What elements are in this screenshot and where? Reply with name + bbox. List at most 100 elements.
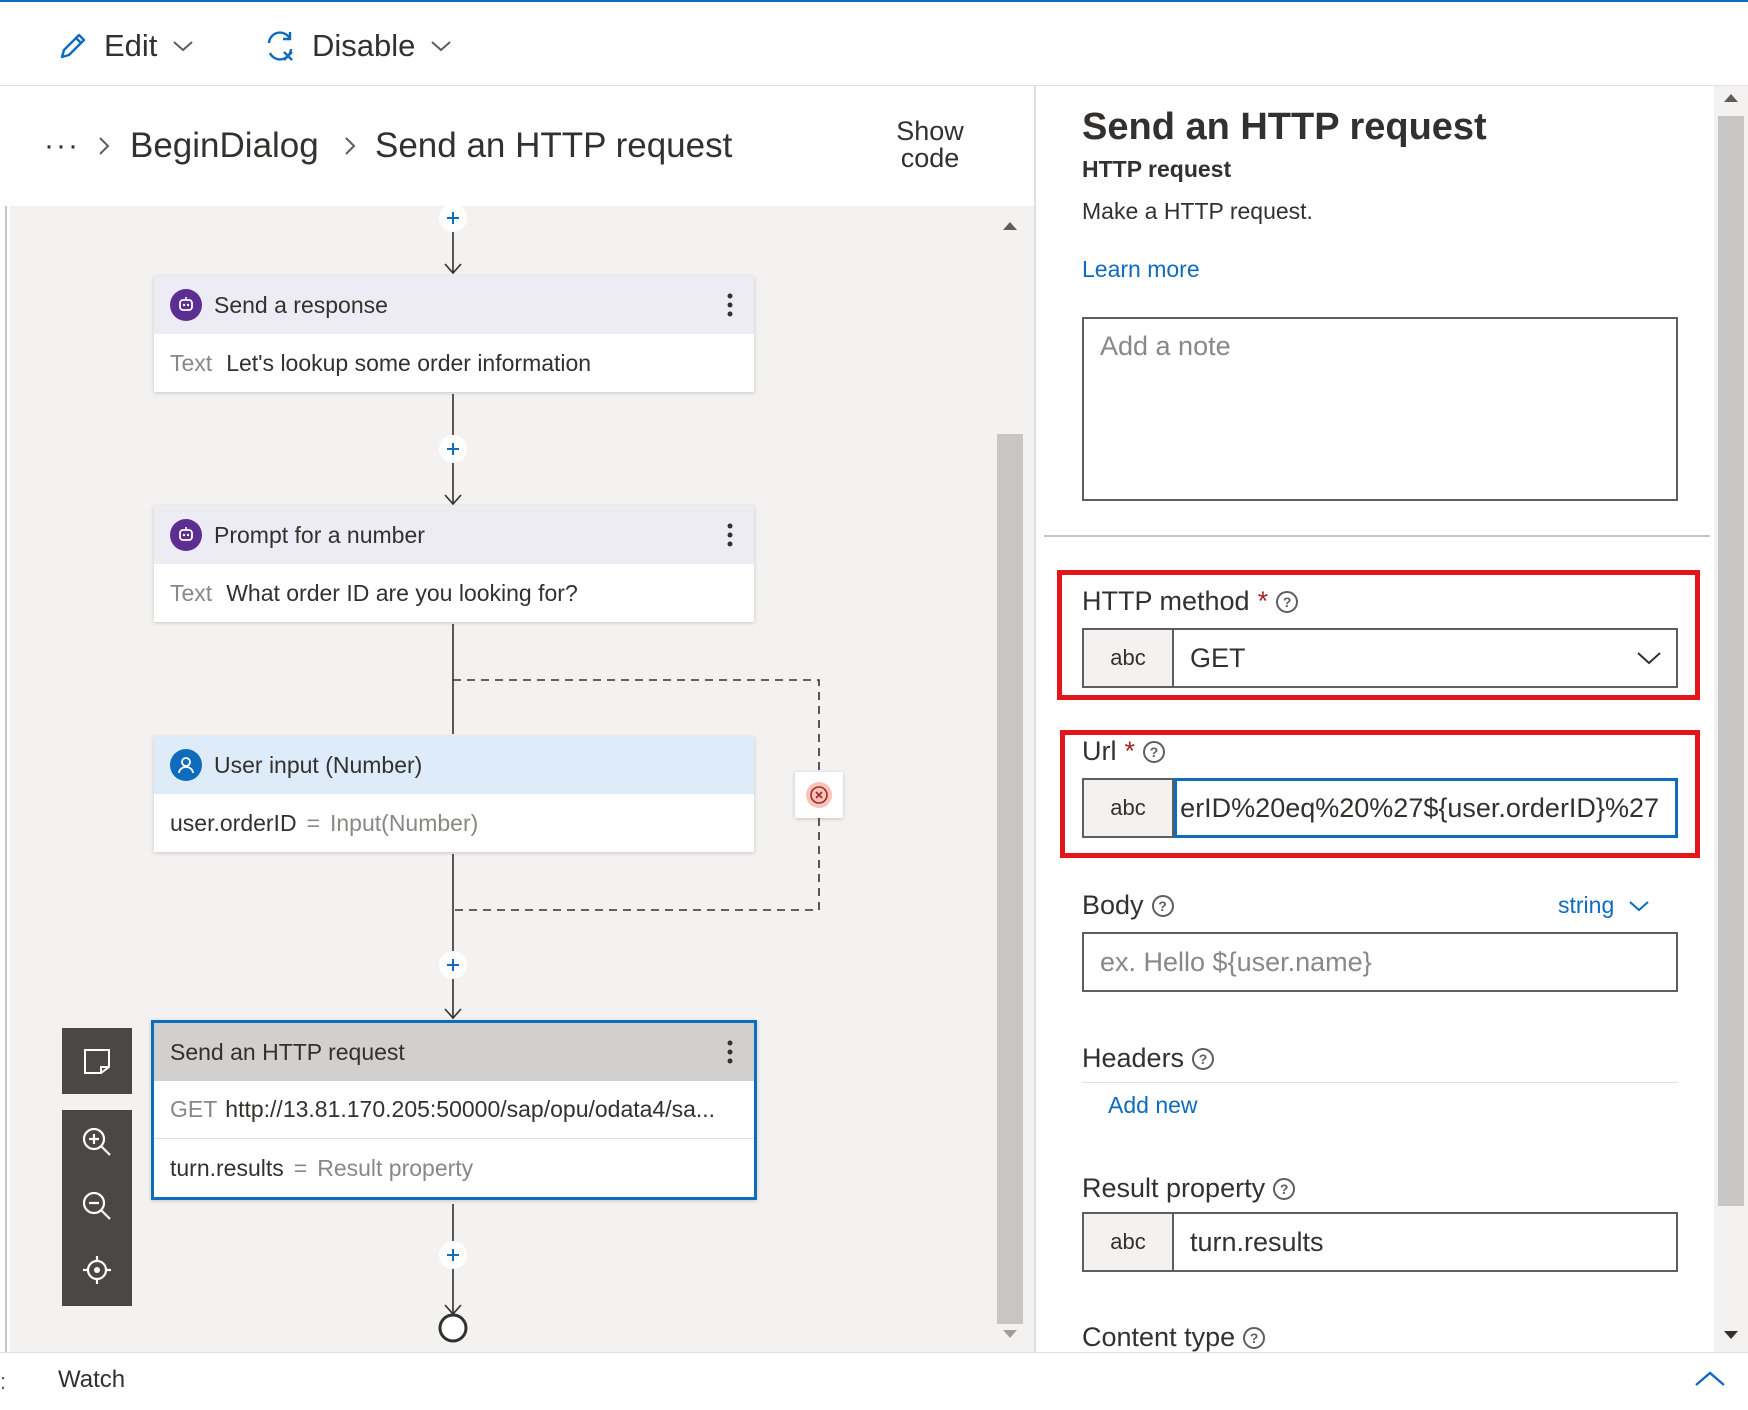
command-bar: Edit Disable — [0, 0, 1748, 86]
node-header: Send a response — [154, 276, 754, 334]
prompt-number-node[interactable]: Prompt for a number Text What order ID a… — [154, 506, 754, 622]
note-textarea[interactable]: Add a note — [1082, 317, 1678, 501]
plus-icon[interactable] — [439, 1241, 467, 1269]
result-property-input[interactable]: abc turn.results — [1082, 1212, 1678, 1272]
question-icon[interactable]: ? — [1273, 1177, 1296, 1200]
zoom-in-icon — [80, 1125, 114, 1159]
show-code-button[interactable]: Show code — [870, 118, 990, 172]
disable-label: Disable — [312, 28, 416, 63]
body-placeholder: ex. Hello ${user.name} — [1100, 946, 1372, 977]
node-header: User input (Number) — [154, 736, 754, 794]
result-property-name: turn.results — [170, 1154, 284, 1181]
chevron-right-icon — [342, 86, 358, 206]
flow-canvas[interactable]: Send a response Text Let's lookup some o… — [10, 206, 1034, 1352]
center-icon — [81, 1254, 113, 1286]
disable-icon — [262, 28, 298, 64]
debug-panel-bar: : Watch — [0, 1352, 1748, 1410]
panel-edge-marker: : — [0, 1369, 7, 1394]
node-title: Prompt for a number — [214, 521, 425, 548]
url-label-text: Url — [1082, 736, 1117, 766]
more-icon[interactable] — [726, 290, 734, 320]
url-input[interactable]: abc erID%20eq%20%27${user.orderID}%27 — [1082, 778, 1678, 838]
property-value: Input(Number) — [330, 809, 479, 836]
http-method-label-text: HTTP method — [1082, 586, 1250, 616]
http-request-node[interactable]: Send an HTTP request GET http://13.81.17… — [151, 1020, 757, 1200]
http-method-value-text: GET — [1190, 642, 1246, 673]
url-value: http://13.81.170.205:50000/sap/opu/odata… — [225, 1096, 716, 1122]
zoom-in-button[interactable] — [62, 1110, 132, 1174]
question-icon[interactable]: ? — [1192, 1047, 1215, 1070]
content-type-label-text: Content type — [1082, 1322, 1236, 1352]
breadcrumb-overflow-button[interactable]: ··· — [44, 86, 80, 206]
disable-menu-button[interactable]: Disable — [262, 24, 453, 68]
plus-icon[interactable] — [439, 435, 467, 463]
expand-panel-button[interactable] — [1694, 1367, 1726, 1391]
headers-divider — [1082, 1082, 1678, 1083]
section-divider — [1044, 535, 1710, 537]
node-title: Send a response — [214, 291, 388, 318]
type-tag: abc — [1084, 630, 1174, 686]
send-response-node[interactable]: Send a response Text Let's lookup some o… — [154, 276, 754, 392]
chevron-down-icon — [1628, 898, 1650, 914]
equals-sign: = — [306, 809, 320, 836]
question-icon[interactable]: ? — [1243, 1326, 1266, 1349]
breadcrumb-item-begindialog[interactable]: BeginDialog — [130, 86, 319, 206]
plus-icon[interactable] — [439, 951, 467, 979]
chevron-right-icon — [96, 86, 112, 206]
result-property-label: Result property — [317, 1154, 474, 1181]
dismiss-loop-button[interactable] — [795, 772, 843, 818]
zoom-out-icon — [80, 1189, 114, 1223]
question-icon[interactable]: ? — [1276, 590, 1299, 613]
edit-label: Edit — [104, 28, 158, 63]
chevron-down-icon — [1636, 648, 1662, 668]
left-border — [5, 86, 7, 1352]
note-placeholder: Add a note — [1100, 331, 1231, 361]
properties-panel: Send an HTTP request HTTP request Make a… — [1034, 86, 1714, 1352]
node-title: Send an HTTP request — [170, 1038, 405, 1065]
more-icon[interactable] — [726, 520, 734, 550]
panel-subtitle: HTTP request — [1082, 156, 1232, 182]
zoom-controls — [62, 1110, 132, 1306]
chevron-down-icon — [429, 34, 453, 58]
add-header-link[interactable]: Add new — [1108, 1092, 1198, 1119]
url-value[interactable]: erID%20eq%20%27${user.orderID}%27 — [1174, 778, 1678, 838]
fit-to-screen-button[interactable] — [62, 1238, 132, 1302]
body-type-select[interactable]: string — [1558, 892, 1650, 919]
body-input[interactable]: ex. Hello ${user.name} — [1082, 932, 1678, 992]
node-url-row: GET http://13.81.170.205:50000/sap/opu/o… — [154, 1081, 754, 1139]
question-icon[interactable]: ? — [1151, 894, 1174, 917]
result-property-label: Result property ? — [1082, 1173, 1296, 1204]
learn-more-link[interactable]: Learn more — [1082, 256, 1200, 283]
dismiss-icon — [804, 780, 834, 810]
method-label: GET — [170, 1096, 218, 1122]
required-marker: * — [1257, 586, 1269, 616]
chevron-down-icon — [171, 34, 195, 58]
add-note-tool-button[interactable] — [62, 1028, 132, 1094]
http-method-select[interactable]: abc GET — [1082, 628, 1678, 688]
http-method-label: HTTP method * ? — [1082, 586, 1299, 617]
url-value-text: erID%20eq%20%27${user.orderID}%27 — [1180, 792, 1659, 823]
node-title: User input (Number) — [214, 751, 423, 778]
more-icon[interactable] — [726, 1037, 734, 1067]
edit-menu-button[interactable]: Edit — [56, 24, 195, 68]
node-header: Send an HTTP request — [154, 1023, 754, 1081]
required-marker: * — [1124, 736, 1136, 766]
canvas-scrollbar[interactable] — [995, 210, 1025, 1348]
headers-label-text: Headers — [1082, 1043, 1185, 1073]
text-label: Text — [170, 349, 213, 376]
note-icon — [81, 1045, 113, 1077]
headers-label: Headers ? — [1082, 1043, 1215, 1074]
body-label: Body ? — [1082, 890, 1174, 921]
breadcrumb-item-current: Send an HTTP request — [375, 126, 733, 165]
show-code-line-1: Show — [896, 116, 964, 146]
question-icon[interactable]: ? — [1143, 740, 1166, 763]
panel-scrollbar[interactable] — [1714, 86, 1748, 1352]
zoom-out-button[interactable] — [62, 1174, 132, 1238]
chevron-up-icon — [1694, 1367, 1726, 1391]
node-header: Prompt for a number — [154, 506, 754, 564]
user-icon — [170, 749, 202, 781]
panel-title: Send an HTTP request — [1082, 106, 1487, 148]
node-text-row: Text Let's lookup some order information — [154, 334, 754, 392]
watch-tab[interactable]: Watch — [58, 1366, 125, 1394]
user-input-node[interactable]: User input (Number) user.orderID = Input… — [154, 736, 754, 852]
